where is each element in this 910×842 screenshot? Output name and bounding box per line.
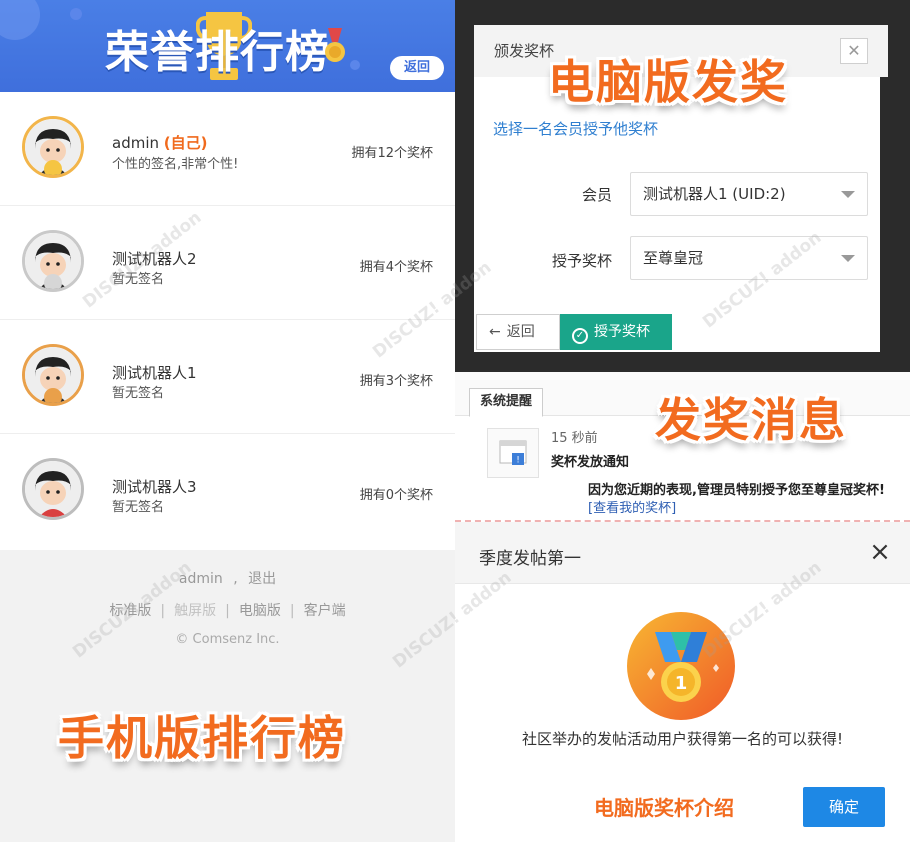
dialog-back-label: 返回	[506, 324, 535, 340]
rank-row[interactable]: 测试机器人2 暂无签名 拥有4个奖杯	[0, 206, 455, 320]
select-member-link[interactable]: 选择一名会员授予他奖杯	[493, 118, 658, 139]
copyright: © Comsenz Inc.	[175, 632, 280, 647]
svg-text:!: !	[516, 456, 520, 466]
award-label: 授予奖杯	[551, 252, 612, 270]
view-my-trophies-link[interactable]: [查看我的奖杯]	[588, 497, 676, 516]
award-select[interactable]: 至尊皇冠	[630, 236, 868, 280]
avatar	[22, 230, 84, 292]
rank-row[interactable]: 测试机器人1 暂无签名 拥有3个奖杯	[0, 320, 455, 434]
footer-links: 标准版 | 触屏版 | 电脑版 | 客户端	[109, 603, 346, 619]
medal-number: 1	[675, 673, 688, 694]
link-client[interactable]: 客户端	[304, 603, 346, 619]
trophy-count: 拥有3个奖杯	[359, 374, 433, 389]
tab-system-notice[interactable]: 系统提醒	[469, 388, 543, 417]
mobile-footer: admin , 退出 标准版 | 触屏版 | 电脑版 | 客户端 © Comsenz Inc…	[0, 550, 455, 842]
user-signature: 暂无签名	[112, 500, 165, 515]
avatar	[22, 344, 84, 406]
rank-row[interactable]: 测试机器人3 暂无签名 拥有0个奖杯	[0, 434, 455, 548]
award-intro-title: 季度发帖第一	[479, 549, 581, 569]
medal-icon	[325, 28, 345, 62]
caption-mobile-rank: 手机版排行榜	[58, 711, 346, 765]
member-select[interactable]: 测试机器人1 (UID:2)	[630, 172, 868, 216]
footer-user-line: admin , 退出	[178, 571, 277, 587]
arrow-left-icon: ←	[489, 324, 501, 340]
notice-time: 15 秒前	[551, 431, 598, 446]
header-decoration	[350, 60, 360, 70]
header-decoration	[70, 8, 82, 20]
caption-pc-award: 电脑版发奖	[548, 55, 788, 109]
grant-award-button[interactable]: ✓ 授予奖杯	[560, 314, 672, 350]
user-name-text[interactable]: admin	[112, 134, 159, 152]
user-name[interactable]: 测试机器人3	[112, 476, 197, 497]
chevron-down-icon	[841, 255, 855, 262]
medal-icon: 1	[627, 612, 735, 720]
mobile-rank-panel: 荣誉排行榜 返回 admin (自己) 个性的签名,非常个性! 拥有12个奖杯	[0, 0, 455, 842]
notice-title: 奖杯发放通知	[551, 455, 630, 470]
grant-award-label: 授予奖杯	[594, 324, 650, 340]
confirm-button[interactable]: 确定	[803, 787, 885, 827]
user-signature: 个性的签名,非常个性!	[112, 157, 239, 172]
trophy-count: 拥有4个奖杯	[359, 260, 433, 275]
user-name[interactable]: admin (自己)	[112, 132, 208, 153]
link-pc[interactable]: 电脑版	[239, 603, 281, 619]
award-select-value: 至尊皇冠	[643, 249, 704, 267]
close-icon[interactable]: ✕	[840, 38, 868, 64]
check-circle-icon: ✓	[572, 328, 588, 344]
caption-award-message: 发奖消息	[655, 393, 847, 447]
link-standard[interactable]: 标准版	[109, 603, 151, 619]
avatar	[22, 116, 84, 178]
member-select-value: 测试机器人1 (UID:2)	[643, 185, 786, 203]
logout-link[interactable]: 退出	[248, 571, 276, 587]
link-touch[interactable]: 触屏版	[174, 603, 216, 619]
dialog-back-button[interactable]: ← 返回	[476, 314, 560, 350]
notice-window-icon: !	[487, 428, 539, 478]
close-icon[interactable]: ×	[866, 538, 894, 566]
avatar	[22, 458, 84, 520]
trophy-count: 拥有12个奖杯	[351, 146, 433, 161]
user-name[interactable]: 测试机器人1	[112, 362, 197, 383]
self-tag: (自己)	[163, 134, 208, 152]
user-signature: 暂无签名	[112, 386, 165, 401]
page-title: 荣誉排行榜	[105, 27, 330, 78]
chevron-down-icon	[841, 191, 855, 198]
trophy-count: 拥有0个奖杯	[359, 488, 433, 503]
back-button[interactable]: 返回	[390, 56, 444, 80]
user-name[interactable]: 测试机器人2	[112, 248, 197, 269]
caption-pc-award-intro: 电脑版奖杯介绍	[594, 796, 734, 820]
rank-header: 荣誉排行榜 返回	[0, 0, 455, 92]
user-signature: 暂无签名	[112, 272, 165, 287]
award-dialog-title: 颁发奖杯	[494, 42, 555, 60]
footer-username[interactable]: admin	[179, 571, 223, 587]
notice-body: 因为您近期的表现,管理员特别授予您至尊皇冠奖杯!	[588, 483, 885, 498]
rank-row[interactable]: admin (自己) 个性的签名,非常个性! 拥有12个奖杯	[0, 92, 455, 206]
award-intro-description: 社区举办的发帖活动用户获得第一名的可以获得!	[521, 730, 843, 748]
member-label: 会员	[581, 186, 612, 204]
header-decoration	[0, 0, 40, 40]
